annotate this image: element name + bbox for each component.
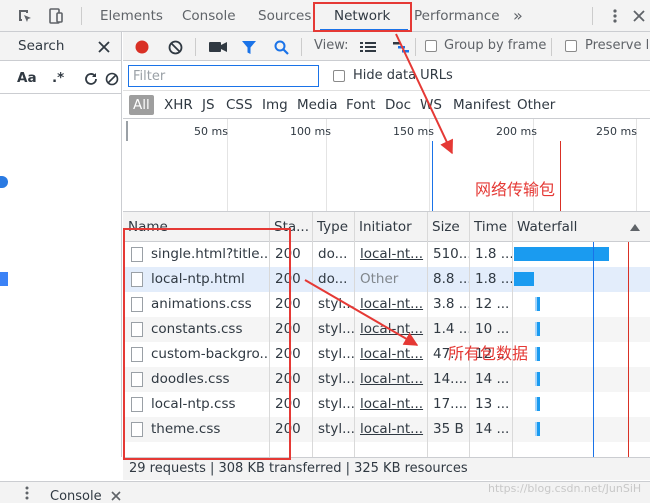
annotation-all-packets: 所有包数据 xyxy=(448,344,529,363)
watermark-text: https://blog.csdn.net/JunSiH xyxy=(488,482,642,495)
annotation-arrow xyxy=(395,33,453,155)
annotation-arrows xyxy=(304,33,453,346)
annotation-arrow xyxy=(304,279,419,346)
annotation-network-packets: 网络传输包 xyxy=(475,180,556,199)
